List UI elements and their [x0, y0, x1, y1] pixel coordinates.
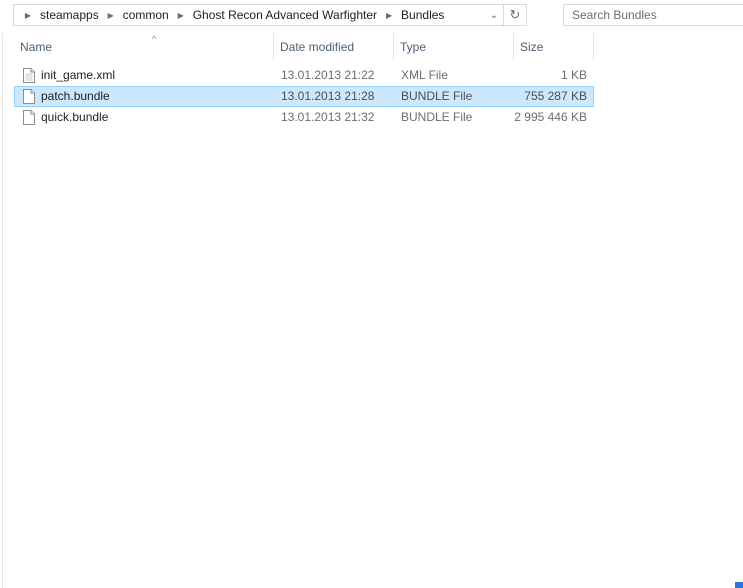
- column-header-size[interactable]: Size: [514, 33, 594, 60]
- column-header-name[interactable]: Name ^: [14, 33, 274, 60]
- file-type: XML File: [401, 68, 448, 82]
- file-list-view: Name ^ Date modified Type Size init_game…: [0, 33, 743, 588]
- file-row[interactable]: init_game.xml 13.01.2013 21:22 XML File …: [14, 65, 594, 86]
- file-size: 755 287 KB: [524, 89, 587, 103]
- file-name: init_game.xml: [41, 68, 116, 82]
- file-type: BUNDLE File: [401, 89, 473, 103]
- sort-ascending-icon: ^: [152, 34, 157, 44]
- search-box[interactable]: [563, 4, 743, 26]
- column-header-date-label: Date modified: [280, 40, 355, 54]
- column-header-type[interactable]: Type: [394, 33, 514, 60]
- file-size: 2 995 446 KB: [514, 110, 587, 124]
- chevron-right-icon[interactable]: ▶: [103, 11, 119, 20]
- file-row[interactable]: quick.bundle 13.01.2013 21:32 BUNDLE Fil…: [14, 107, 594, 128]
- chevron-down-icon: ⌄: [489, 9, 499, 21]
- chevron-right-icon[interactable]: ▶: [173, 11, 189, 20]
- column-header-size-label: Size: [520, 40, 544, 54]
- chevron-right-icon[interactable]: ▶: [20, 11, 36, 20]
- breadcrumb-bundles[interactable]: Bundles: [397, 5, 448, 25]
- breadcrumb-game-folder[interactable]: Ghost Recon Advanced Warfighter: [189, 5, 381, 25]
- refresh-icon: ↻: [509, 7, 521, 22]
- file-name: patch.bundle: [41, 89, 110, 103]
- file-icon: [23, 68, 35, 83]
- column-header-date-modified[interactable]: Date modified: [274, 33, 394, 60]
- file-date: 13.01.2013 21:22: [281, 68, 375, 82]
- address-history-dropdown[interactable]: ⌄: [485, 5, 503, 25]
- column-resize-handle[interactable]: [593, 33, 594, 60]
- column-header-name-label: Name: [20, 40, 53, 54]
- file-row-selected[interactable]: patch.bundle 13.01.2013 21:28 BUNDLE Fil…: [14, 86, 594, 107]
- file-name: quick.bundle: [41, 110, 109, 124]
- search-input[interactable]: [564, 5, 743, 25]
- address-bar[interactable]: ▶ steamapps ▶ common ▶ Ghost Recon Advan…: [13, 4, 527, 26]
- file-rows: init_game.xml 13.01.2013 21:22 XML File …: [14, 65, 594, 128]
- refresh-button[interactable]: ↻: [503, 5, 526, 25]
- scrollbar-corner[interactable]: [735, 582, 743, 588]
- breadcrumb: ▶ steamapps ▶ common ▶ Ghost Recon Advan…: [14, 5, 485, 25]
- file-date: 13.01.2013 21:28: [281, 89, 375, 103]
- file-size: 1 KB: [560, 68, 587, 82]
- file-date: 13.01.2013 21:32: [281, 110, 375, 124]
- chevron-right-icon[interactable]: ▶: [381, 11, 397, 20]
- file-icon: [23, 89, 35, 104]
- navigation-bar: ▶ steamapps ▶ common ▶ Ghost Recon Advan…: [0, 0, 743, 33]
- breadcrumb-common[interactable]: common: [119, 5, 173, 25]
- pane-divider: [2, 33, 3, 588]
- file-icon: [23, 110, 35, 125]
- column-header-type-label: Type: [400, 40, 427, 54]
- file-type: BUNDLE File: [401, 110, 473, 124]
- breadcrumb-steamapps[interactable]: steamapps: [36, 5, 103, 25]
- column-header-row: Name ^ Date modified Type Size: [14, 33, 594, 60]
